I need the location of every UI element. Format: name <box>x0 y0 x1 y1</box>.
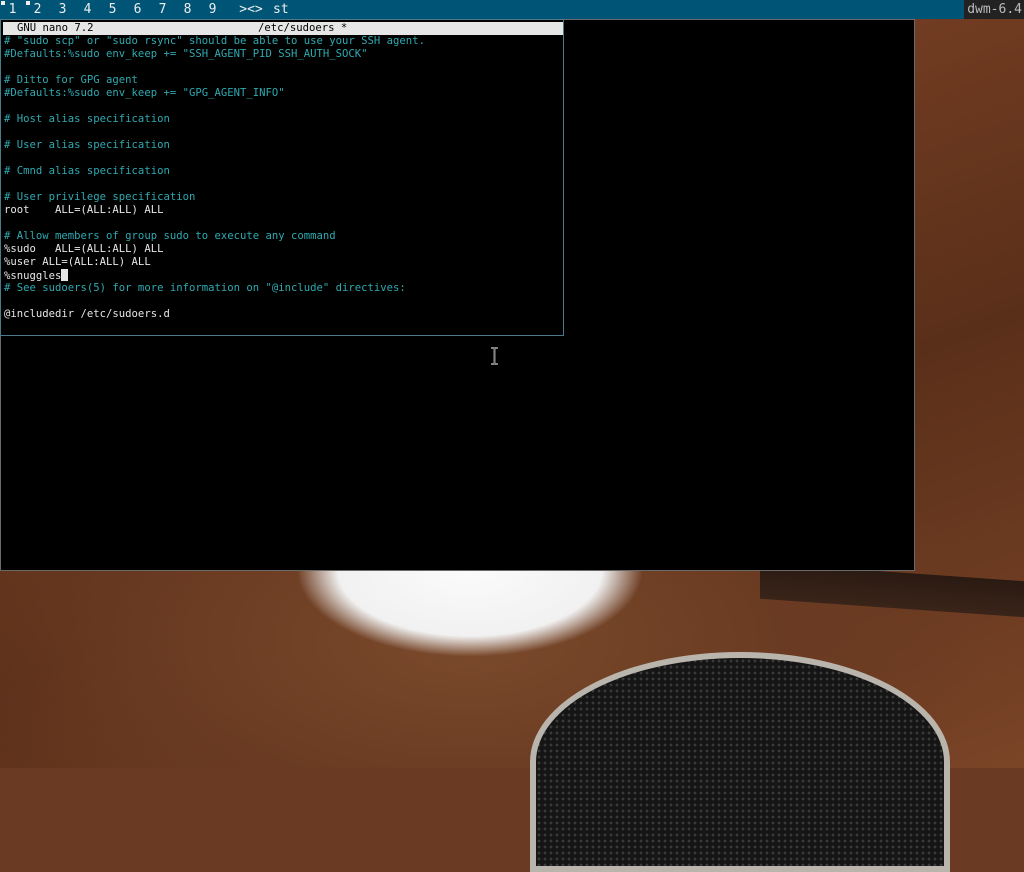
line-text: %snuggles <box>4 270 62 282</box>
buffer-line[interactable]: # Allow members of group sudo to execute… <box>4 230 564 243</box>
buffer-line[interactable]: # User privilege specification <box>4 191 564 204</box>
tag-2[interactable]: 2 <box>25 0 50 19</box>
nano-buffer[interactable]: # "sudo scp" or "sudo rsync" should be a… <box>4 35 564 321</box>
buffer-line[interactable]: #Defaults:%sudo env_keep += "SSH_AGENT_P… <box>4 48 564 61</box>
nano-filename: /etc/sudoers * <box>258 22 348 34</box>
line-text: # Cmnd alias specification <box>4 165 170 177</box>
buffer-line[interactable]: @includedir /etc/sudoers.d <box>4 308 564 321</box>
blank-line[interactable] <box>4 295 564 308</box>
line-text: # User privilege specification <box>4 191 196 203</box>
text-cursor <box>61 269 69 281</box>
line-text: # User alias specification <box>4 139 170 151</box>
tag-7[interactable]: 7 <box>150 0 175 19</box>
line-text: #Defaults:%sudo env_keep += "SSH_AGENT_P… <box>4 48 368 60</box>
line-text: %user ALL=(ALL:ALL) ALL <box>4 256 151 268</box>
buffer-line[interactable]: # Host alias specification <box>4 113 564 126</box>
buffer-line[interactable]: # Ditto for GPG agent <box>4 74 564 87</box>
buffer-line[interactable]: #Defaults:%sudo env_keep += "GPG_AGENT_I… <box>4 87 564 100</box>
buffer-line[interactable]: # "sudo scp" or "sudo rsync" should be a… <box>4 35 564 48</box>
line-text: # "sudo scp" or "sudo rsync" should be a… <box>4 35 425 47</box>
blank-line[interactable] <box>4 100 564 113</box>
nano-title-bar: GNU nano 7.2 /etc/sudoers * <box>3 22 563 35</box>
buffer-line[interactable]: %sudo ALL=(ALL:ALL) ALL <box>4 243 564 256</box>
line-text: # Host alias specification <box>4 113 170 125</box>
tag-6[interactable]: 6 <box>125 0 150 19</box>
buffer-line[interactable]: # User alias specification <box>4 139 564 152</box>
line-text: # Allow members of group sudo to execute… <box>4 230 336 242</box>
tag-3[interactable]: 3 <box>50 0 75 19</box>
line-text: %sudo ALL=(ALL:ALL) ALL <box>4 243 164 255</box>
tag-8[interactable]: 8 <box>175 0 200 19</box>
focused-window-title: st <box>273 2 289 17</box>
line-text: #Defaults:%sudo env_keep += "GPG_AGENT_I… <box>4 87 285 99</box>
nano-version: GNU nano 7.2 <box>17 22 94 34</box>
buffer-line[interactable]: %snuggles <box>4 269 564 282</box>
line-text: # Ditto for GPG agent <box>4 74 138 86</box>
tag-1[interactable]: 1 <box>0 0 25 19</box>
buffer-line[interactable]: root ALL=(ALL:ALL) ALL <box>4 204 564 217</box>
tag-9[interactable]: 9 <box>200 0 225 19</box>
line-text: @includedir /etc/sudoers.d <box>4 308 170 320</box>
blank-line[interactable] <box>4 217 564 230</box>
buffer-line[interactable]: # Cmnd alias specification <box>4 165 564 178</box>
blank-line[interactable] <box>4 61 564 74</box>
tag-4[interactable]: 4 <box>75 0 100 19</box>
blank-line[interactable] <box>4 126 564 139</box>
status-text: dwm-6.4 <box>964 0 1024 19</box>
line-text: root ALL=(ALL:ALL) ALL <box>4 204 164 216</box>
buffer-line[interactable]: # See sudoers(5) for more information on… <box>4 282 564 295</box>
tag-5[interactable]: 5 <box>100 0 125 19</box>
blank-line[interactable] <box>4 178 564 191</box>
buffer-line[interactable]: %user ALL=(ALL:ALL) ALL <box>4 256 564 269</box>
dwm-status-bar: 1 2 3 4 5 6 7 8 9 ><> st dwm-6.4 <box>0 0 1024 19</box>
nano-editor-window[interactable]: GNU nano 7.2 /etc/sudoers * # "sudo scp"… <box>0 19 564 336</box>
ibeam-cursor-icon <box>491 347 498 365</box>
blank-line[interactable] <box>4 152 564 165</box>
line-text: # See sudoers(5) for more information on… <box>4 282 406 294</box>
tag-list: 1 2 3 4 5 6 7 8 9 ><> <box>0 0 271 19</box>
wallpaper-speaker <box>530 652 950 872</box>
